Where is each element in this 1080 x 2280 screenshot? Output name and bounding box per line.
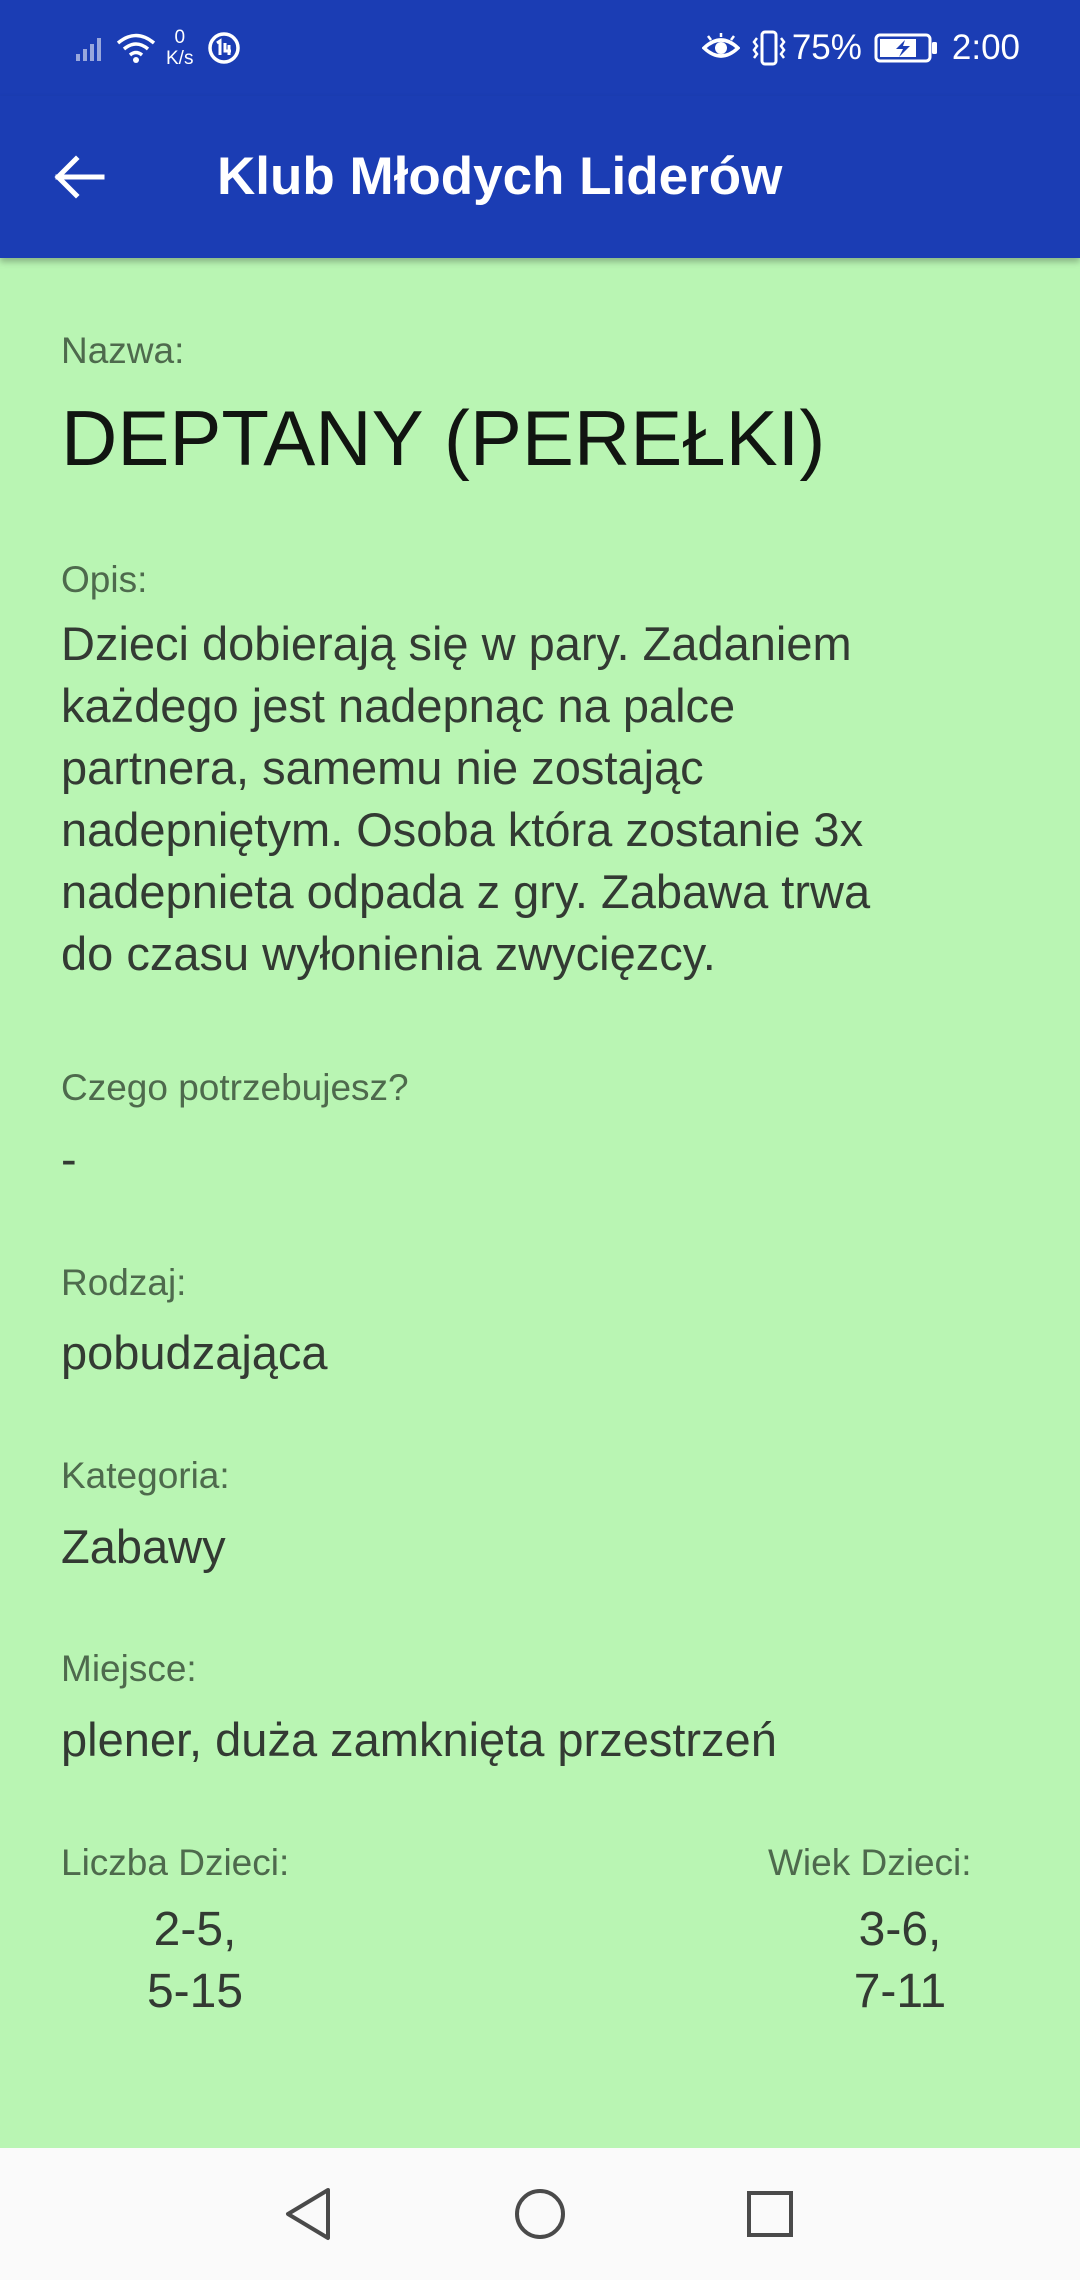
description-line: partnera, samemu nie zostając xyxy=(61,741,704,794)
children-age-label: Wiek Dzieci: xyxy=(768,1842,972,1883)
network-speed-unit: K/s xyxy=(166,48,194,69)
type-value: pobudzająca xyxy=(61,1326,328,1379)
recents-square-icon xyxy=(744,2188,796,2240)
category-label: Kategoria: xyxy=(61,1455,230,1496)
app-bar: Klub Młodych Liderów xyxy=(0,96,1080,258)
needs-label: Czego potrzebujesz? xyxy=(61,1067,409,1108)
back-triangle-icon xyxy=(282,2186,334,2242)
clock: 2:00 xyxy=(951,28,1020,67)
category-value: Zabawy xyxy=(61,1520,226,1573)
place-value: plener, duża zamknięta przestrzeń xyxy=(61,1713,777,1766)
needs-value: - xyxy=(61,1132,77,1185)
back-button[interactable] xyxy=(40,137,120,217)
children-count-value: 2-5, xyxy=(153,1903,237,1956)
description-line: Dzieci dobierają się w pary. Zadaniem xyxy=(61,617,852,670)
home-circle-icon xyxy=(512,2186,568,2242)
network-speed-value: 0 xyxy=(174,27,186,48)
battery-charging-icon xyxy=(874,33,938,63)
battery-percent: 75% xyxy=(791,28,862,67)
children-count-value: 5-15 xyxy=(146,1965,244,2018)
children-age-values: 3-6, 7-11 xyxy=(820,1899,980,2023)
name-label: Nazwa: xyxy=(61,330,185,371)
description-label: Opis: xyxy=(61,559,148,600)
app-title: Klub Młodych Liderów xyxy=(217,147,783,206)
navigation-bar xyxy=(0,2148,1080,2280)
status-bar-left: 0 K/s xyxy=(76,18,241,78)
activity-name: DEPTANY (PEREŁKI) xyxy=(61,394,826,482)
eye-comfort-icon xyxy=(701,33,740,63)
children-age-value: 3-6, xyxy=(858,1903,942,1956)
description-line: do czasu wyłonienia zwycięzcy. xyxy=(61,927,716,980)
network-speed: 0 K/s xyxy=(166,27,193,69)
vibrate-icon xyxy=(752,30,786,66)
children-count-values: 2-5, 5-15 xyxy=(115,1899,275,2023)
description-text: Dzieci dobierają się w pary. Zadaniem ka… xyxy=(61,613,870,985)
data-saver-icon xyxy=(207,31,241,65)
description-line: nadepniętym. Osoba która zostanie 3x xyxy=(61,803,864,856)
status-bar: 0 K/s 75% 2:00 xyxy=(0,0,1080,96)
children-count-label: Liczba Dzieci: xyxy=(61,1842,290,1883)
children-age-value: 7-11 xyxy=(853,1965,947,2018)
arrow-back-icon xyxy=(54,155,106,199)
place-label: Miejsce: xyxy=(61,1648,197,1689)
description-line: nadepnieta odpada z gry. Zabawa trwa xyxy=(61,865,871,918)
description-line: każdego jest nadepnąc na palce xyxy=(61,679,736,732)
nav-recents-button[interactable] xyxy=(734,2178,806,2250)
nav-back-button[interactable] xyxy=(272,2178,344,2250)
wifi-icon xyxy=(116,32,156,64)
type-label: Rodzaj: xyxy=(61,1262,187,1303)
signal-icon xyxy=(76,35,106,61)
status-bar-right: 75% 2:00 xyxy=(701,18,1020,78)
nav-home-button[interactable] xyxy=(504,2178,576,2250)
